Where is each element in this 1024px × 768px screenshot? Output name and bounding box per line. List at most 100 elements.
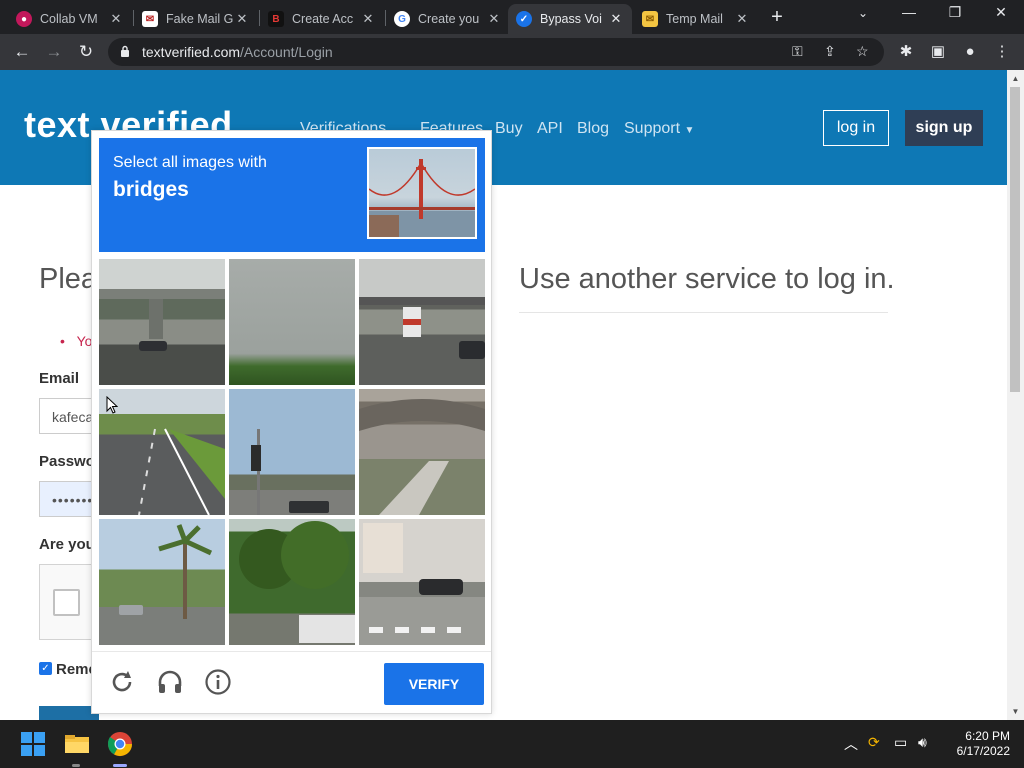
recaptcha-widget bbox=[39, 564, 99, 640]
restore-icon[interactable]: ❐ bbox=[940, 4, 970, 21]
b-logo-icon: B bbox=[268, 11, 284, 27]
header-signup-button[interactable]: sign up bbox=[905, 110, 983, 146]
login-submit-button[interactable] bbox=[39, 706, 99, 720]
email-label: Email bbox=[39, 370, 80, 387]
url-text: textverified.com/Account/Login bbox=[142, 44, 333, 60]
header-login-button[interactable]: log in bbox=[823, 110, 889, 146]
browser-tab-create-acc[interactable]: B Create Acc ✕ bbox=[260, 4, 384, 34]
scroll-down-icon[interactable]: ▼ bbox=[1007, 703, 1024, 720]
new-tab-icon[interactable]: + bbox=[766, 6, 788, 29]
nav-api[interactable]: API bbox=[537, 120, 563, 138]
minimize-icon[interactable]: — bbox=[894, 4, 924, 20]
browser-toolbar: ← → ↻ textverified.com/Account/Login ⚿ ⇪… bbox=[0, 34, 1024, 70]
key-icon[interactable]: ⚿ bbox=[792, 43, 803, 60]
captcha-tile[interactable] bbox=[99, 259, 225, 385]
crosswalk-image-icon bbox=[363, 523, 463, 633]
captcha-tile[interactable] bbox=[359, 519, 485, 645]
clock-date: 6/17/2022 bbox=[956, 744, 1010, 758]
envelope-icon: ✉ bbox=[642, 11, 658, 27]
profile-icon[interactable]: ● bbox=[961, 43, 979, 61]
close-tab-icon[interactable]: ✕ bbox=[360, 11, 376, 27]
clock-time: 6:20 PM bbox=[965, 729, 1010, 743]
overpass-image-icon bbox=[99, 289, 225, 351]
close-tab-icon[interactable]: ✕ bbox=[486, 11, 502, 27]
close-window-icon[interactable]: ✕ bbox=[986, 4, 1016, 21]
tab-search-icon[interactable]: ⌄ bbox=[848, 6, 878, 20]
scroll-up-icon[interactable]: ▲ bbox=[1007, 70, 1024, 87]
running-app-indicator bbox=[72, 764, 80, 767]
captcha-tile[interactable] bbox=[99, 519, 225, 645]
sync-icon[interactable]: ⟳ bbox=[868, 734, 880, 751]
forward-icon[interactable]: → bbox=[44, 42, 64, 62]
caret-down-icon: ▼ bbox=[684, 125, 695, 136]
human-check-label: Are you bbox=[39, 536, 95, 553]
windows-taskbar: ︿ ⟳ ▭ 🔊︎ 6:20 PM 6/17/2022 bbox=[0, 720, 1024, 768]
browser-tab-bypass[interactable]: ✓ Bypass Voi ✕ bbox=[508, 4, 632, 34]
back-icon[interactable]: ← bbox=[12, 42, 32, 62]
overpass-truck-image-icon bbox=[359, 297, 485, 359]
info-icon[interactable] bbox=[204, 668, 232, 696]
tab-label: Fake Mail G bbox=[166, 12, 234, 26]
page-scrollbar[interactable]: ▲ ▼ bbox=[1007, 70, 1024, 720]
traffic-light-image-icon bbox=[251, 429, 329, 515]
trees-truck-image-icon bbox=[239, 521, 355, 643]
captcha-tile[interactable] bbox=[229, 259, 355, 385]
external-login-heading: Use another service to log in. bbox=[519, 263, 895, 295]
browser-tab-collab[interactable]: ● Collab VM ✕ bbox=[8, 4, 132, 34]
bridge-example-icon bbox=[368, 159, 476, 237]
file-explorer-icon[interactable] bbox=[61, 728, 93, 760]
verify-button[interactable]: VERIFY bbox=[384, 663, 484, 705]
nav-support[interactable]: Support ▼ bbox=[624, 120, 694, 138]
mail-icon: ✉ bbox=[142, 11, 158, 27]
captcha-tile[interactable] bbox=[229, 389, 355, 515]
reload-icon[interactable]: ↻ bbox=[76, 42, 96, 62]
side-panel-icon[interactable]: ▣ bbox=[929, 43, 947, 61]
tray-overflow-icon[interactable]: ︿ bbox=[844, 734, 858, 754]
captcha-target: bridges bbox=[113, 178, 189, 201]
audio-challenge-icon[interactable] bbox=[156, 668, 184, 696]
volume-icon[interactable]: 🔊︎ bbox=[918, 734, 927, 751]
recaptcha-checkbox[interactable] bbox=[53, 589, 80, 616]
login-heading: Plea bbox=[39, 263, 98, 295]
tab-label: Bypass Voi bbox=[540, 12, 602, 26]
password-label: Passwo bbox=[39, 453, 95, 470]
refresh-icon[interactable] bbox=[108, 668, 136, 696]
validation-error: • Yo bbox=[60, 333, 93, 349]
bookmark-star-icon[interactable]: ☆ bbox=[856, 43, 869, 60]
check-icon: ✓ bbox=[516, 11, 532, 27]
scrollbar-thumb[interactable] bbox=[1010, 87, 1020, 392]
captcha-prompt: Select all images with bbox=[113, 154, 267, 171]
browser-tab-temp-mail[interactable]: ✉ Temp Mail ✕ bbox=[634, 4, 758, 34]
palm-trees-image-icon bbox=[119, 524, 213, 619]
tab-label: Temp Mail bbox=[666, 12, 723, 26]
tab-label: Create you bbox=[418, 12, 480, 26]
mouse-cursor-icon bbox=[106, 396, 118, 414]
lock-icon bbox=[121, 45, 129, 57]
close-tab-icon[interactable]: ✕ bbox=[234, 11, 250, 27]
close-tab-icon[interactable]: ✕ bbox=[734, 11, 750, 27]
captcha-tile[interactable] bbox=[229, 519, 355, 645]
chrome-icon[interactable] bbox=[104, 728, 136, 760]
extensions-icon[interactable]: ✱ bbox=[897, 43, 915, 61]
nav-blog[interactable]: Blog bbox=[577, 120, 609, 138]
captcha-tile[interactable] bbox=[359, 259, 485, 385]
system-clock[interactable]: 6:20 PM 6/17/2022 bbox=[940, 729, 1010, 759]
close-tab-icon[interactable]: ✕ bbox=[108, 11, 124, 27]
share-icon[interactable]: ⇪ bbox=[824, 43, 836, 60]
windows-start-icon[interactable] bbox=[17, 728, 49, 760]
collab-icon: ● bbox=[16, 11, 32, 27]
menu-icon[interactable]: ⋮ bbox=[993, 43, 1011, 61]
captcha-header: Select all images with bridges bbox=[99, 138, 485, 252]
curved-overpass-image-icon bbox=[359, 399, 485, 515]
captcha-example-image bbox=[367, 147, 477, 239]
nav-buy[interactable]: Buy bbox=[495, 120, 523, 138]
tab-label: Collab VM bbox=[40, 12, 98, 26]
browser-tab-create-you[interactable]: G Create you ✕ bbox=[386, 4, 510, 34]
address-bar[interactable]: textverified.com/Account/Login ⚿ ⇪ ☆ bbox=[108, 38, 884, 66]
captcha-tile[interactable] bbox=[359, 389, 485, 515]
close-tab-icon[interactable]: ✕ bbox=[608, 11, 624, 27]
active-app-indicator bbox=[113, 764, 127, 767]
browser-tab-fake-mail[interactable]: ✉ Fake Mail G ✕ bbox=[134, 4, 258, 34]
network-icon[interactable]: ▭ bbox=[894, 734, 907, 751]
remember-me-checkbox[interactable]: ✓ bbox=[39, 662, 52, 675]
